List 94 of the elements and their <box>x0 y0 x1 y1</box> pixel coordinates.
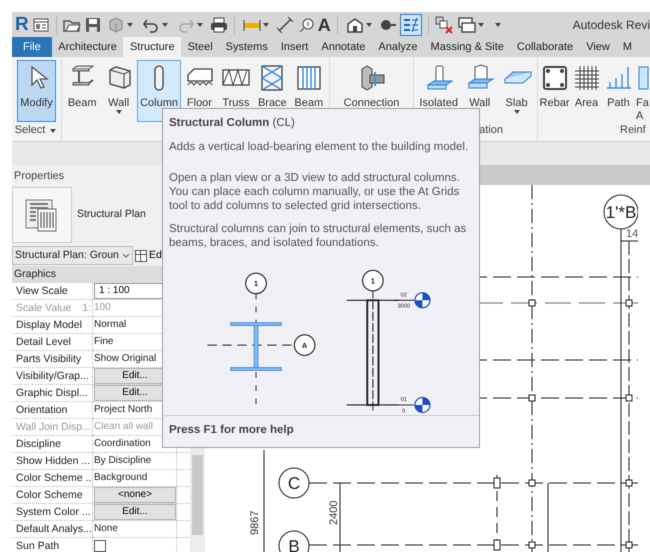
panel-title: Properties <box>14 170 64 182</box>
caret-icon <box>262 22 269 26</box>
property-label: System Color ... <box>16 505 91 520</box>
panel-label[interactable]: Select <box>14 122 46 139</box>
column-section-drawing <box>230 322 282 370</box>
window-title: Autodesk Revi <box>572 16 650 34</box>
property-label: Visibility/Grap... <box>16 369 89 384</box>
dimension-text: 2400 <box>328 500 340 525</box>
ribbon-tab[interactable]: View <box>580 37 616 57</box>
grid-bubble: 1 <box>362 269 384 291</box>
property-label: Parts Visibility <box>16 352 82 367</box>
caret-icon <box>126 22 133 26</box>
property-value: Background <box>94 472 148 483</box>
ribbon-tab[interactable]: Architecture <box>52 37 124 57</box>
app-logo[interactable]: R <box>15 15 29 34</box>
save-icon[interactable] <box>84 16 102 34</box>
ribbon-button[interactable]: Rebar <box>539 60 570 122</box>
file-menu-button[interactable]: File <box>12 37 52 57</box>
checkbox[interactable] <box>94 540 106 552</box>
panel-label: Reinf <box>620 123 646 138</box>
ribbon-tab[interactable]: Steel <box>181 37 220 57</box>
edit-button[interactable]: Edit... <box>94 504 176 520</box>
chevron-icon <box>122 252 130 258</box>
caret-icon <box>366 22 372 26</box>
property-value: Normal <box>94 319 126 330</box>
caret-icon <box>196 22 203 26</box>
edit-button[interactable]: <none> <box>94 487 176 503</box>
property-value: Coordination <box>94 438 151 449</box>
caret-icon[interactable] <box>50 128 56 132</box>
property-label: View Scale <box>16 284 68 299</box>
switch-windows-icon[interactable] <box>458 16 476 34</box>
level-marker-icon <box>414 396 431 413</box>
property-value: Clean all wall <box>94 421 153 432</box>
property-label: Show Hidden ... <box>16 454 90 469</box>
property-label: Default Analys... <box>16 522 92 537</box>
text-tool-button[interactable]: A <box>318 16 331 34</box>
property-label: Color Scheme ... <box>16 471 92 486</box>
unit-label: 1: <box>82 301 92 316</box>
ribbon-button[interactable]: Modify <box>17 60 56 122</box>
level-marker-icon <box>414 292 431 308</box>
close-hidden-icon[interactable] <box>434 16 453 34</box>
property-value: Fine <box>94 336 114 347</box>
tooltip-footer: Press F1 for more help <box>163 414 479 447</box>
scrollbar-thumb[interactable] <box>192 455 203 535</box>
dimension-text: 14 <box>626 228 638 240</box>
panel-label: ation <box>479 123 503 138</box>
edit-type-button[interactable]: Ed <box>149 248 162 264</box>
dimension-text: 9867 <box>249 510 261 535</box>
document-icon[interactable] <box>32 16 50 34</box>
ribbon-tab[interactable]: Annotate <box>314 37 372 57</box>
property-value: 100 <box>94 302 111 313</box>
ribbon-tab[interactable]: Analyze <box>372 37 424 57</box>
table-icon[interactable] <box>135 250 147 262</box>
ribbon-button[interactable]: Slab <box>498 60 535 122</box>
ribbon-tab[interactable]: Systems <box>219 37 274 57</box>
ribbon-button[interactable]: Wall <box>100 60 137 122</box>
property-value: By Discipline <box>94 455 152 466</box>
ribbon-button[interactable]: Beam <box>64 60 100 122</box>
property-label: Display Model <box>16 318 82 333</box>
tooltip-text: Adds a vertical load-bearing element to the building model. <box>168 140 470 156</box>
ribbon-button[interactable]: Fa A <box>635 60 650 122</box>
ribbon-tab[interactable]: M <box>616 37 639 57</box>
ribbon-button[interactable]: Path <box>603 60 634 122</box>
property-label: Color Scheme <box>16 488 83 503</box>
property-label: Scale Value <box>16 301 72 316</box>
grid-bubble: B <box>278 530 310 552</box>
ribbon-tab[interactable]: Structure <box>123 37 182 57</box>
ribbon-button[interactable]: Area <box>571 60 602 122</box>
ribbon-tab[interactable]: Insert <box>274 37 315 57</box>
property-value: Show Original <box>94 353 156 364</box>
tooltip-text: Structural columns can join to structural elements, such as beams, braces, and isolated foundations. <box>168 222 468 252</box>
caret-icon <box>162 22 168 26</box>
grid-bubble: 1 <box>245 272 267 294</box>
print-icon[interactable] <box>210 16 228 34</box>
type-name: Structural Plan <box>77 207 146 222</box>
house-icon[interactable] <box>346 16 364 34</box>
type-selector-dropdown[interactable]: Structural Plan: Groun <box>12 246 133 265</box>
property-label: Wall Join Disp... <box>16 420 91 435</box>
caret-icon <box>478 22 484 26</box>
tooltip-text: Open a plan view or a 3D view to add structural columns. You can place each column manually, or use the At Grids tool to add columns to selected grid intersections. <box>168 170 461 214</box>
property-label: Discipline <box>16 437 61 452</box>
property-label: Orientation <box>16 403 68 418</box>
grid-bubble: C <box>278 468 310 498</box>
property-value: None <box>94 523 118 534</box>
ribbon-tab[interactable]: Massing & Site <box>424 37 510 57</box>
property-label: Detail Level <box>16 335 71 350</box>
thin-lines-toggle[interactable] <box>400 14 422 36</box>
property-label: Sun Path <box>16 539 60 552</box>
dimension-icon[interactable] <box>276 16 294 34</box>
property-label: Graphic Displ... <box>16 386 88 401</box>
grid-bubble: A <box>294 334 316 356</box>
ribbon-tab[interactable]: Collaborate <box>510 37 580 57</box>
grid-bubble: 1'*B <box>604 194 638 230</box>
property-value: Project North <box>94 404 152 415</box>
